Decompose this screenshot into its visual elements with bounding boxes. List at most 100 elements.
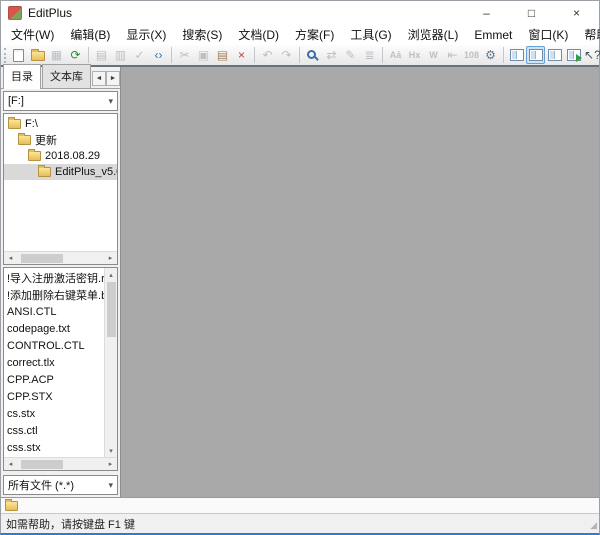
- client-area: 目录 文本库 ◄ ► [F:] ▾ F:\ 更新 2018.08.29 EditPlu…: [1, 67, 599, 497]
- tree-item[interactable]: F:\: [4, 116, 117, 132]
- drive-select-value: [F:]: [8, 95, 24, 107]
- tree-item-label: 更新: [35, 132, 57, 148]
- drive-select[interactable]: [F:] ▾: [3, 91, 118, 111]
- window-controls: – □ ×: [464, 1, 599, 24]
- menu-item-help[interactable]: 帮助: [576, 24, 600, 45]
- open-file-icon[interactable]: [28, 46, 47, 64]
- app-icon: [8, 6, 22, 20]
- menu-item-browser[interactable]: 浏览器(L): [400, 24, 467, 45]
- scroll-left-icon[interactable]: ◂: [4, 458, 17, 471]
- file-item[interactable]: CONTROL.CTL: [4, 337, 104, 354]
- toolbar-separator: [88, 47, 89, 63]
- tree-item[interactable]: EditPlus_v5.0.125: [4, 164, 117, 180]
- menu-item-emmet[interactable]: Emmet: [466, 24, 520, 45]
- new-file-icon[interactable]: [9, 46, 28, 64]
- menu-item-document[interactable]: 文档(D): [230, 24, 287, 45]
- find-icon[interactable]: [303, 46, 322, 64]
- toolbar-separator: [299, 47, 300, 63]
- menu-item-tools[interactable]: 工具(G): [342, 24, 399, 45]
- word-wrap-icon: W: [424, 46, 443, 64]
- file-item[interactable]: CPP.STX: [4, 388, 104, 405]
- scrollbar-thumb[interactable]: [107, 282, 116, 337]
- folder-icon: [38, 167, 51, 177]
- file-list-horizontal-scrollbar[interactable]: ◂ ▸: [4, 457, 117, 470]
- delete-icon[interactable]: ×: [232, 46, 251, 64]
- toggle-output-icon[interactable]: [545, 46, 564, 64]
- minimize-button[interactable]: –: [464, 1, 509, 24]
- save-icon: ▦: [47, 46, 66, 64]
- tree-horizontal-scrollbar[interactable]: ◂ ▸: [4, 251, 117, 264]
- file-item[interactable]: css.stx: [4, 439, 104, 456]
- file-list-vertical-scrollbar[interactable]: ▴ ▾: [104, 268, 117, 457]
- scrollbar-thumb[interactable]: [21, 254, 63, 263]
- menu-item-project[interactable]: 方案(F): [287, 24, 342, 45]
- tab-directory[interactable]: 目录: [3, 64, 41, 89]
- scroll-right-icon[interactable]: ▸: [104, 252, 117, 265]
- save-all-icon[interactable]: ⟳: [66, 46, 85, 64]
- file-item[interactable]: cs.stx: [4, 405, 104, 422]
- menu-item-view[interactable]: 显示(X): [118, 24, 174, 45]
- toggle-directory-icon[interactable]: [526, 46, 545, 64]
- file-item[interactable]: codepage.txt: [4, 320, 104, 337]
- scroll-left-icon[interactable]: ◂: [4, 252, 17, 265]
- scroll-right-icon[interactable]: ▸: [104, 458, 117, 471]
- file-list-panel: !导入注册激活密钥.re!添加删除右键菜单.bANSI.CTLcodepage.…: [3, 267, 118, 471]
- maximize-button[interactable]: □: [509, 1, 554, 24]
- file-item[interactable]: ANSI.CTL: [4, 303, 104, 320]
- editor-workspace: [121, 67, 599, 497]
- folder-icon: [8, 119, 21, 129]
- toolbar-grip-handle[interactable]: [4, 48, 6, 63]
- tree-item[interactable]: 2018.08.29: [4, 148, 117, 164]
- print-icon: ▤: [92, 46, 111, 64]
- folder-icon: [18, 135, 31, 145]
- file-item[interactable]: CPP.ACP: [4, 371, 104, 388]
- copy-icon: ▣: [194, 46, 213, 64]
- scrollbar-thumb[interactable]: [21, 460, 63, 469]
- find-in-files-icon: ✎: [341, 46, 360, 64]
- indent-icon: ⇤: [443, 46, 462, 64]
- file-item[interactable]: !添加删除右键菜单.b: [4, 286, 104, 303]
- toggle-browser-icon[interactable]: [564, 46, 583, 64]
- preferences-icon[interactable]: ⚙: [481, 46, 500, 64]
- tab-scroll-left-icon[interactable]: ◄: [92, 71, 106, 86]
- toolbar-separator: [382, 47, 383, 63]
- menu-item-search[interactable]: 搜索(S): [174, 24, 230, 45]
- sidebar-tabs: 目录 文本库 ◄ ►: [1, 67, 120, 89]
- replace-icon: ⇄: [322, 46, 341, 64]
- directory-sidebar: 目录 文本库 ◄ ► [F:] ▾ F:\ 更新 2018.08.29 EditPlu…: [1, 67, 121, 497]
- folder-tree: F:\ 更新 2018.08.29 EditPlus_v5.0.125: [4, 114, 117, 251]
- file-item[interactable]: !导入注册激活密钥.re: [4, 269, 104, 286]
- menu-item-window[interactable]: 窗口(K): [520, 24, 576, 45]
- scroll-down-icon[interactable]: ▾: [105, 444, 118, 457]
- tree-item[interactable]: 更新: [4, 132, 117, 148]
- toolbar-separator: [254, 47, 255, 63]
- toolbar-separator: [171, 47, 172, 63]
- toolbar-separator: [503, 47, 504, 63]
- heading-icon: Hx: [405, 46, 424, 64]
- file-item[interactable]: css.ctl: [4, 422, 104, 439]
- chevron-down-icon: ▾: [108, 96, 113, 107]
- tree-item-label: F:\: [25, 118, 38, 130]
- toggle-cliptext-icon[interactable]: [507, 46, 526, 64]
- folder-tree-panel: F:\ 更新 2018.08.29 EditPlus_v5.0.125 ◂ ▸: [3, 113, 118, 265]
- menu-item-edit[interactable]: 编辑(B): [62, 24, 118, 45]
- scroll-up-icon[interactable]: ▴: [105, 268, 118, 281]
- chevron-down-icon: ▾: [108, 480, 113, 491]
- paste-icon[interactable]: ▤: [213, 46, 232, 64]
- file-filter-select[interactable]: 所有文件 (*.*) ▾: [3, 475, 118, 495]
- undo-icon: ↶: [258, 46, 277, 64]
- close-button[interactable]: ×: [554, 1, 599, 24]
- context-help-icon[interactable]: ↖?: [583, 46, 600, 64]
- tree-item-label: 2018.08.29: [45, 150, 100, 162]
- file-list-main: !导入注册激活密钥.re!添加删除右键菜单.bANSI.CTLcodepage.…: [4, 268, 117, 457]
- tab-scroll-buttons: ◄ ►: [92, 71, 120, 86]
- html-toolbar-icon[interactable]: ‹›: [149, 46, 168, 64]
- file-item[interactable]: correct.tlx: [4, 354, 104, 371]
- font-icon: Aā: [386, 46, 405, 64]
- tab-cliptext[interactable]: 文本库: [42, 64, 91, 88]
- folder-icon[interactable]: [5, 501, 18, 511]
- file-list: !导入注册激活密钥.re!添加删除右键菜单.bANSI.CTLcodepage.…: [4, 268, 104, 457]
- tab-scroll-right-icon[interactable]: ►: [106, 71, 120, 86]
- menu-item-file[interactable]: 文件(W): [3, 24, 62, 45]
- resize-grip[interactable]: ◢: [590, 520, 597, 531]
